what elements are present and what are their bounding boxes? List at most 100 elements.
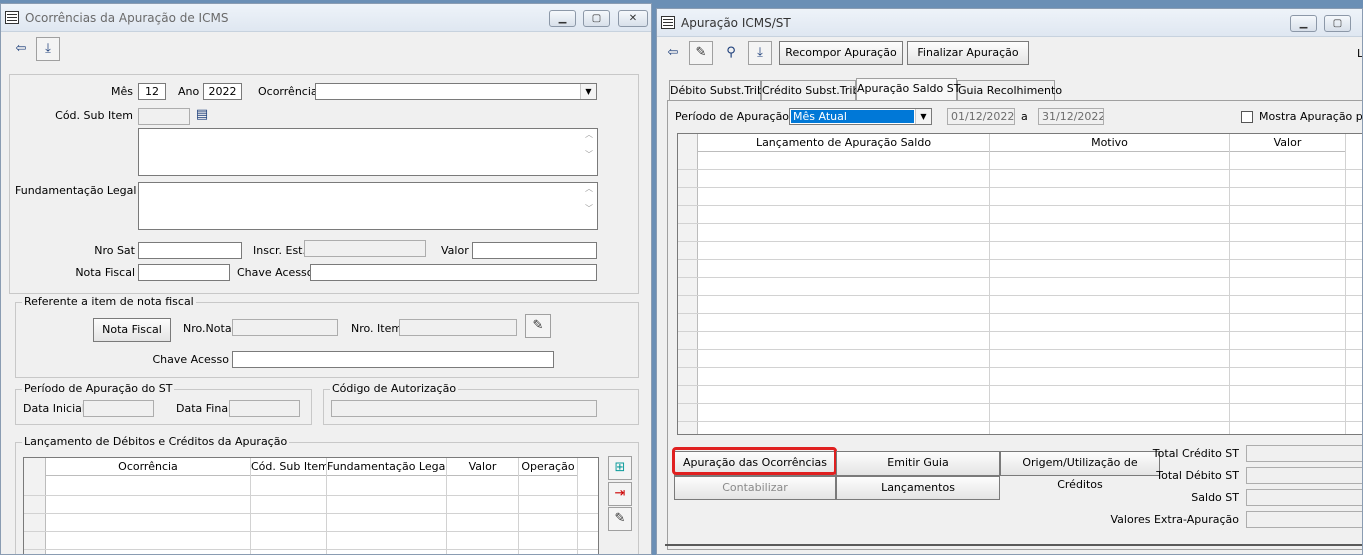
column-header[interactable]: Valor — [1230, 134, 1346, 152]
grid-row-line — [678, 367, 1362, 368]
nro-item-label: Nro. Item — [351, 322, 403, 335]
grid-row-line — [678, 385, 1362, 386]
grid-column-line — [577, 458, 578, 554]
recompor-apuracao-button[interactable]: Recompor Apuração — [779, 41, 903, 65]
row-indicator-column — [24, 458, 46, 554]
chevron-down-icon[interactable]: ▼ — [915, 109, 931, 124]
lancamento-group-title: Lançamento de Débitos e Créditos da Apur… — [22, 435, 290, 448]
chevron-down-icon[interactable]: ▼ — [580, 84, 596, 99]
total-credito-input[interactable] — [1246, 445, 1362, 462]
grid-column-line — [250, 458, 251, 554]
nro-nota-label: Nro.Nota — [183, 322, 232, 335]
window-menu-icon[interactable] — [5, 11, 19, 24]
saldo-st-label: Saldo ST — [1191, 491, 1239, 504]
valor-input[interactable] — [472, 242, 597, 259]
lancamentos-button[interactable]: Lançamentos — [836, 476, 1000, 500]
total-debito-input[interactable] — [1246, 467, 1362, 484]
nota-fiscal-input[interactable] — [138, 264, 230, 281]
maximize-button[interactable]: ▢ — [1324, 15, 1351, 32]
nro-sat-input[interactable] — [138, 242, 242, 259]
remove-row-icon[interactable]: ⇥ — [608, 482, 632, 506]
finalizar-apuracao-button[interactable]: Finalizar Apuração — [907, 41, 1029, 65]
chave-acesso-input[interactable] — [310, 264, 597, 281]
window-title: Ocorrências da Apuração de ICMS — [25, 11, 229, 25]
emitir-guia-button[interactable]: Emitir Guia — [836, 451, 1000, 476]
edit-icon[interactable]: ✎ — [689, 41, 713, 65]
column-header[interactable]: Fundamentação Legal — [327, 458, 447, 476]
maximize-button[interactable]: ▢ — [583, 10, 610, 27]
ocorrencias-titlebar[interactable]: Ocorrências da Apuração de ICMS ▁ ▢ ✕ — [1, 4, 651, 32]
mostra-apuracao-checkbox[interactable] — [1241, 111, 1253, 123]
data-final-label: Data Final — [176, 402, 232, 415]
codigo-autorizacao-input[interactable] — [331, 400, 597, 417]
scrollbar[interactable]: ︿ ﹀ — [581, 183, 597, 229]
exit-icon[interactable]: ⇦ — [9, 37, 33, 61]
save-icon[interactable]: ⤓ — [36, 37, 60, 61]
referente-group-title: Referente a item de nota fiscal — [22, 295, 196, 308]
ref-chave-acesso-input[interactable] — [232, 351, 554, 368]
apuracao-window: Apuração ICMS/ST ▁ ▢ ⇦ ✎ ⚲ ⤓ Recompor Ap… — [656, 8, 1363, 555]
data-inicial-input[interactable] — [83, 400, 154, 417]
grid-row-line — [24, 531, 598, 532]
column-header[interactable]: Cód. Sub Item — [251, 458, 327, 476]
saldo-st-input[interactable] — [1246, 489, 1362, 506]
cod-sub-item-label: Cód. Sub Item — [55, 109, 133, 122]
mes-input[interactable]: 12 — [138, 83, 166, 100]
binoculars-icon[interactable]: ⚲ — [719, 41, 743, 65]
fundamentacao-label: Fundamentação Legal — [15, 184, 137, 197]
grid-row-line — [678, 277, 1362, 278]
codigo-autorizacao-title: Código de Autorização — [330, 382, 459, 395]
descricao-textarea[interactable]: ︿ ﹀ — [138, 128, 598, 176]
tab-debito[interactable]: Débito Subst.Trib. — [669, 80, 767, 100]
fundamentacao-textarea[interactable]: ︿ ﹀ — [138, 182, 598, 230]
data-inicial-label: Data Inicial — [23, 402, 85, 415]
column-header[interactable]: Motivo — [990, 134, 1230, 152]
window-menu-icon[interactable] — [661, 16, 675, 29]
valores-extra-input[interactable] — [1246, 511, 1362, 528]
exit-icon[interactable]: ⇦ — [661, 41, 685, 65]
grid-column-line — [989, 134, 990, 434]
column-header[interactable]: Operação — [519, 458, 578, 476]
minimize-button[interactable]: ▁ — [1290, 15, 1317, 32]
save-icon[interactable]: ⤓ — [748, 41, 772, 65]
tab-apuracao-saldo[interactable]: Apuração Saldo ST — [856, 78, 960, 100]
apuracao-saldo-grid[interactable]: Lançamento de Apuração Saldo Motivo Valo… — [677, 133, 1362, 435]
scrollbar[interactable]: ︿ ﹀ — [581, 129, 597, 175]
minimize-button[interactable]: ▁ — [549, 10, 576, 27]
close-button[interactable]: ✕ — [618, 10, 648, 27]
grid-row-line — [678, 421, 1362, 422]
date-from-input[interactable]: 01/12/2022 — [947, 108, 1015, 125]
eraser-icon[interactable]: ✎ — [525, 314, 551, 338]
data-final-input[interactable] — [229, 400, 300, 417]
nota-fiscal-button[interactable]: Nota Fiscal — [93, 318, 171, 342]
contabilizar-button[interactable]: Contabilizar — [674, 476, 836, 500]
column-header[interactable]: Ocorrência — [46, 458, 251, 476]
ano-label: Ano — [178, 85, 200, 98]
grid-row-line — [678, 331, 1362, 332]
lancamento-grid[interactable]: Ocorrência Cód. Sub Item Fundamentação L… — [23, 457, 599, 554]
apuracao-titlebar[interactable]: Apuração ICMS/ST ▁ ▢ — [657, 9, 1362, 37]
cod-sub-item-input[interactable] — [138, 108, 190, 125]
grid-row-line — [678, 205, 1362, 206]
ocorrencia-select[interactable]: ▼ — [315, 83, 597, 100]
inscr-est-input[interactable] — [304, 240, 426, 257]
grid-column-line — [326, 458, 327, 554]
nro-item-input[interactable] — [399, 319, 517, 336]
add-row-icon[interactable]: ⊞ — [608, 456, 632, 480]
column-header[interactable]: Valor — [447, 458, 519, 476]
ano-input[interactable]: 2022 — [203, 83, 242, 100]
ocorrencias-window: Ocorrências da Apuração de ICMS ▁ ▢ ✕ ⇦ … — [0, 3, 652, 555]
grid-row-line — [678, 259, 1362, 260]
periodo-apuracao-label: Período de Apuração — [675, 110, 790, 123]
periodo-select[interactable]: Mês Atual ▼ — [789, 108, 932, 125]
nro-nota-input[interactable] — [232, 319, 338, 336]
ref-chave-acesso-label: Chave Acesso — [152, 353, 229, 366]
origem-creditos-button[interactable]: Origem/Utilização de Créditos — [1000, 451, 1160, 491]
column-header[interactable]: Lançamento de Apuração Saldo — [698, 134, 990, 152]
date-to-input[interactable]: 31/12/2022 — [1038, 108, 1104, 125]
list-lookup-icon[interactable]: ▤ — [191, 105, 213, 125]
tab-credito[interactable]: Crédito Subst.Trib. — [761, 80, 863, 100]
tab-guia-recolhimento[interactable]: Guia Recolhimento — [957, 80, 1062, 100]
total-debito-label: Total Débito ST — [1156, 469, 1239, 482]
eraser-icon[interactable]: ✎ — [608, 507, 632, 531]
